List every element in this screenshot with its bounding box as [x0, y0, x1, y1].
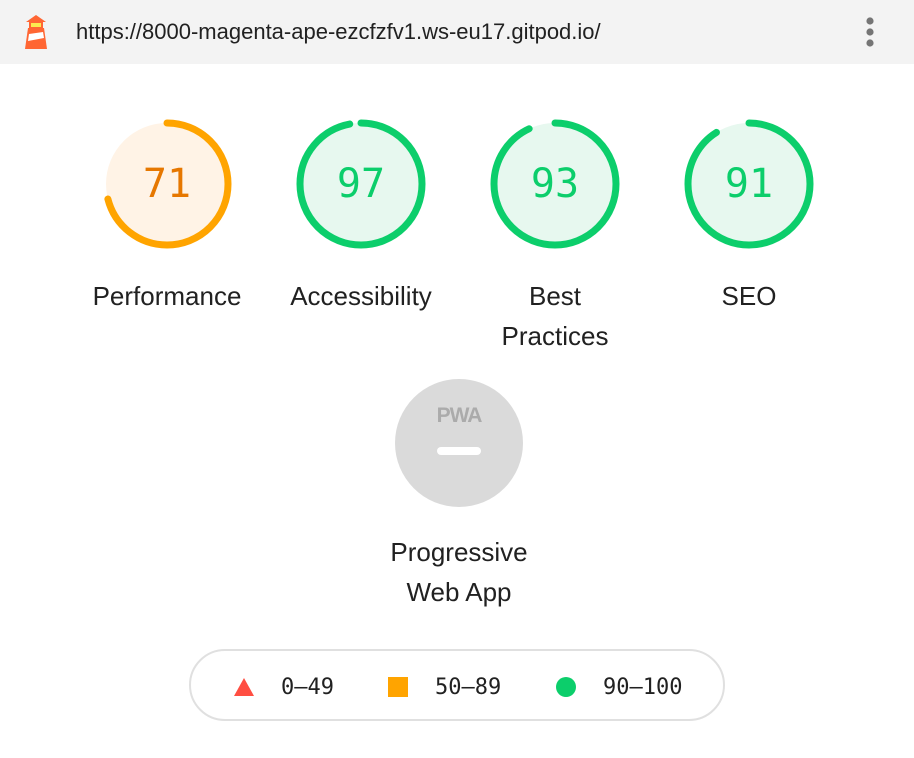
gauge-accessibility-ring: 97: [296, 119, 426, 249]
gauge-label: Accessibility: [290, 281, 432, 311]
legend-range: 50–89: [435, 674, 502, 700]
pwa-badge-bg: [395, 379, 523, 507]
gauge-label: Performance: [92, 281, 242, 311]
gauge-performance-ring: 71: [102, 119, 232, 249]
pwa-icon: PWA: [437, 404, 483, 427]
page-url[interactable]: https://8000-magenta-ape-ezcfzfv1.ws-eu1…: [76, 17, 601, 47]
legend-item-average: 50–89: [387, 673, 501, 701]
legend-item-fail: 0–49: [233, 673, 334, 701]
gauge-score: 93: [531, 161, 579, 207]
gauge-score: 97: [337, 161, 385, 207]
gauge-seo[interactable]: 91 SEO: [659, 116, 839, 356]
lighthouse-icon: [25, 15, 47, 49]
fail-triangle-icon: [234, 678, 254, 696]
gauge-label: Progressive Web App: [369, 532, 549, 612]
gauge-best-practices[interactable]: 93 Best Practices: [465, 116, 645, 356]
gauge-score: 91: [725, 161, 773, 207]
pwa-dash: [437, 447, 481, 455]
gauge-label-line: Progressive: [390, 537, 528, 567]
more-vert-icon[interactable]: [856, 14, 884, 50]
gauge-best-practices-ring: 93: [490, 119, 620, 249]
gauge-pwa[interactable]: PWA Progressive Web App: [369, 378, 549, 612]
gauge-performance[interactable]: 71 Performance: [77, 116, 257, 356]
pwa-badge: PWA: [395, 379, 523, 507]
gauge-seo-ring: 91: [684, 119, 814, 249]
gauge-label-line: Web App: [406, 577, 512, 607]
gauge-accessibility[interactable]: 97 Accessibility: [271, 116, 451, 356]
pass-circle-icon: [556, 677, 576, 697]
legend-range: 90–100: [603, 674, 683, 700]
gauge-label-line: Practices: [501, 321, 609, 351]
gauge-label: SEO: [721, 281, 777, 311]
gauge-label: Best Practices: [465, 276, 645, 356]
address-bar: https://8000-magenta-ape-ezcfzfv1.ws-eu1…: [0, 0, 914, 64]
gauge-score: 71: [143, 161, 191, 207]
legend-range: 0–49: [281, 674, 334, 700]
average-square-icon: [388, 677, 408, 697]
gauge-label-line: Best: [528, 281, 582, 311]
score-scale-legend: 0–49 50–89 90–100: [189, 649, 725, 721]
legend-item-pass: 90–100: [555, 673, 682, 701]
